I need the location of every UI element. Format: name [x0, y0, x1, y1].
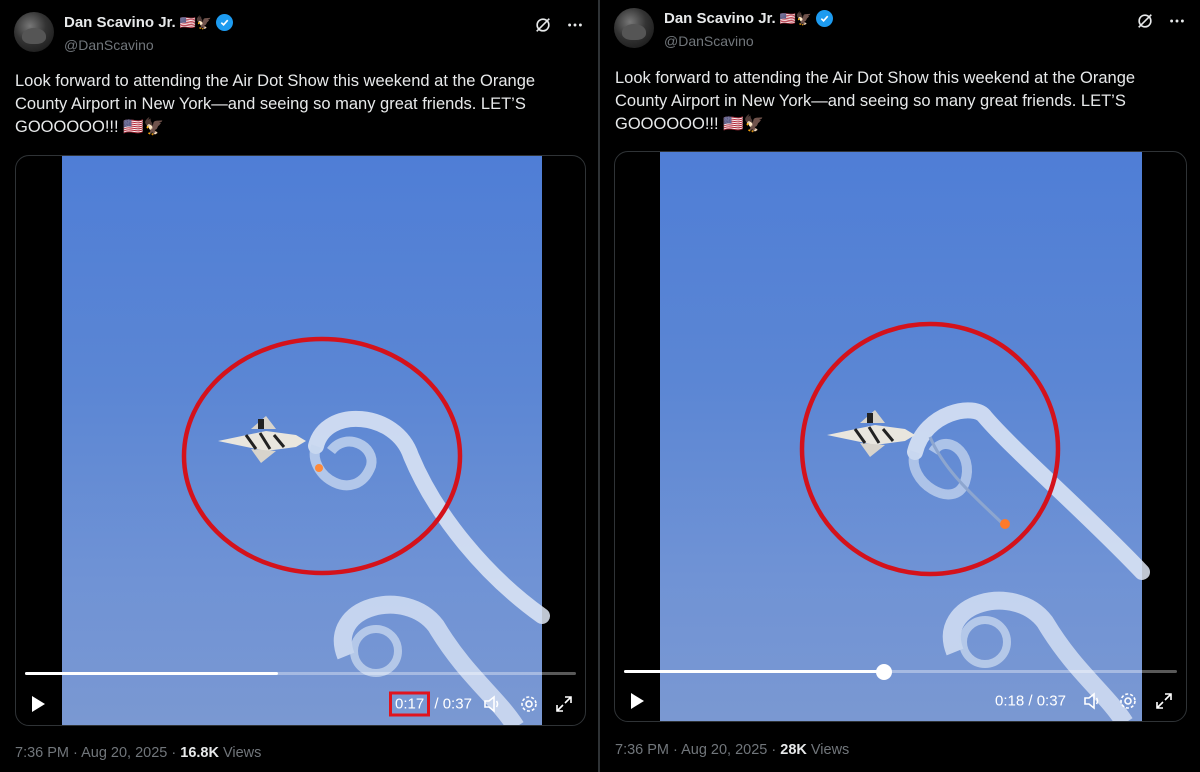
author-name-row[interactable]: Dan Scavino Jr. 🇺🇸🦅: [664, 10, 834, 27]
play-icon[interactable]: [629, 692, 645, 710]
volume-icon[interactable]: [1082, 691, 1102, 711]
more-icon[interactable]: [1168, 12, 1186, 35]
tweet-meta: 7:36 PM · Aug 20, 2025 · 28K Views: [615, 742, 849, 758]
tweet-timestamp[interactable]: 7:36 PM · Aug 20, 2025 ·: [615, 742, 780, 758]
author-name-emojis: 🇺🇸🦅: [179, 15, 213, 30]
tweet-text-line: GOOOOOO!!! 🇺🇸🦅: [15, 116, 590, 139]
author-handle[interactable]: @DanScavino: [664, 33, 754, 49]
views-count: 16.8K: [180, 745, 219, 761]
views-label: Views: [218, 745, 262, 761]
video-time: 0:18 / 0:37: [995, 693, 1066, 710]
grok-icon[interactable]: [1136, 12, 1154, 35]
jet-image: [827, 410, 915, 457]
tweet-meta: 7:36 PM · Aug 20, 2025 · 16.8K Views: [15, 745, 261, 761]
video-player[interactable]: 0:18 / 0:37: [614, 151, 1187, 722]
tweet-text: Look forward to attending the Air Dot Sh…: [615, 67, 1190, 136]
verified-badge-icon: [216, 14, 234, 31]
video-progress-bar[interactable]: [25, 672, 576, 675]
video-progress-bar[interactable]: [624, 663, 1177, 680]
views-count: 28K: [780, 742, 807, 758]
tweet-text-line: County Airport in New York—and seeing so…: [15, 95, 526, 113]
tweet-text-line-3: GOOOOOO!!!: [615, 115, 719, 133]
video-progress-knob[interactable]: [875, 663, 892, 680]
tweet-header: Dan Scavino Jr. 🇺🇸🦅 @DanScavino: [614, 6, 1186, 52]
tweet-panel-left: Dan Scavino Jr. 🇺🇸🦅 @DanScavino Look for…: [0, 0, 598, 772]
fullscreen-icon[interactable]: [555, 695, 573, 713]
volume-icon[interactable]: [482, 694, 502, 714]
verified-badge-icon: [816, 10, 834, 27]
author-name-emojis: 🇺🇸🦅: [779, 11, 813, 26]
avatar[interactable]: [14, 12, 54, 52]
play-icon[interactable]: [30, 695, 46, 713]
video-progress-fill: [624, 670, 884, 673]
author-name[interactable]: Dan Scavino Jr.: [664, 10, 776, 27]
tweet-text-line: GOOOOOO!!! 🇺🇸🦅: [615, 113, 1190, 136]
jet-image: [218, 416, 306, 463]
grok-icon[interactable]: [534, 16, 552, 39]
video-progress-fill: [25, 672, 279, 675]
video-controls: 0:18 / 0:37: [615, 681, 1186, 721]
tweet-text-emojis: 🇺🇸🦅: [723, 115, 765, 133]
tweet-text-line: Look forward to attending the Air Dot Sh…: [615, 69, 1136, 87]
video-scene: [181, 336, 550, 725]
tweet-panel-right: Dan Scavino Jr. 🇺🇸🦅 @DanScavino Look for…: [600, 0, 1200, 772]
tweet-header: Dan Scavino Jr. 🇺🇸🦅 @DanScavino: [14, 10, 584, 56]
tweet-text-line: Look forward to attending the Air Dot Sh…: [15, 72, 536, 90]
video-controls: 0:17 / 0:37: [16, 684, 585, 724]
video-scene: [799, 321, 1150, 721]
video-duration: 0:37: [442, 695, 472, 713]
video-player[interactable]: 0:17 / 0:37: [15, 155, 586, 726]
fullscreen-icon[interactable]: [1155, 692, 1173, 710]
video-duration: 0:37: [1036, 692, 1066, 710]
video-time-separator: /: [1028, 692, 1033, 710]
settings-icon[interactable]: [1118, 691, 1138, 711]
video-time: 0:17 / 0:37: [389, 691, 472, 717]
settings-icon[interactable]: [519, 694, 539, 714]
views-label: Views: [806, 742, 850, 758]
tweet-text-line: County Airport in New York—and seeing so…: [615, 92, 1126, 110]
author-name[interactable]: Dan Scavino Jr.: [64, 14, 176, 31]
avatar[interactable]: [614, 8, 654, 48]
tweet-text: Look forward to attending the Air Dot Sh…: [15, 70, 590, 139]
video-current-time: 0:17: [389, 691, 431, 717]
tweet-timestamp[interactable]: 7:36 PM · Aug 20, 2025 ·: [15, 745, 180, 761]
more-icon[interactable]: [566, 16, 584, 39]
video-current-time: 0:18: [995, 692, 1025, 710]
author-handle[interactable]: @DanScavino: [64, 37, 154, 53]
video-time-separator: /: [434, 695, 439, 713]
author-name-row[interactable]: Dan Scavino Jr. 🇺🇸🦅: [64, 14, 234, 31]
tweet-text-emojis: 🇺🇸🦅: [123, 118, 165, 136]
tweet-text-line-3: GOOOOOO!!!: [15, 118, 119, 136]
